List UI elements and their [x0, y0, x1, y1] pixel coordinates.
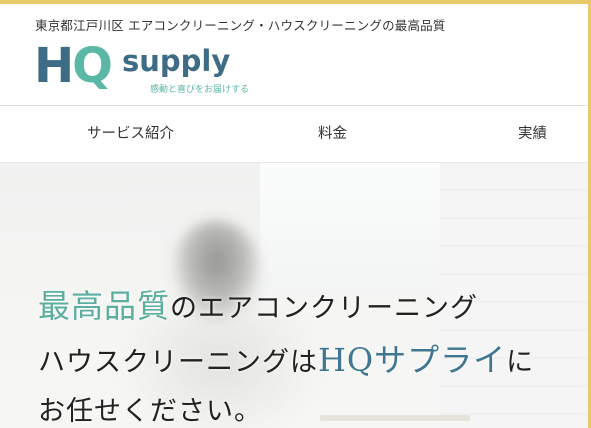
- hero-headline-line2: ハウスクリーニングはHQサプライに: [38, 335, 534, 381]
- hero-background-shelf: [320, 415, 470, 421]
- logo-letter-h: H: [34, 38, 74, 94]
- main-nav: サービス紹介 料金 実績: [0, 106, 588, 162]
- site-logo[interactable]: HQ supply 感動と喜びをお届けする: [34, 42, 249, 100]
- hero-accent-quality: 最高品質: [38, 287, 171, 325]
- nav-item-services[interactable]: サービス紹介: [87, 122, 174, 143]
- hero-section: 最高品質のエアコンクリーニング ハウスクリーニングはHQサプライに お任せくださ…: [0, 163, 588, 428]
- hero-line1-text: のエアコンクリーニング: [170, 293, 479, 324]
- hero-line2-start: ハウスクリーニングは: [38, 347, 318, 378]
- hero-line2-end: に: [506, 347, 535, 378]
- nav-item-pricing[interactable]: 料金: [318, 122, 347, 143]
- logo-wordmark: supply: [122, 44, 231, 78]
- hero-headline-line1: 最高品質のエアコンクリーニング: [38, 281, 478, 327]
- hero-background-window: [260, 163, 460, 293]
- logo-subtitle: 感動と喜びをお届けする: [150, 85, 250, 95]
- site-tagline: 東京都江戸川区 エアコンクリーニング・ハウスクリーニングの最高品質: [35, 18, 446, 33]
- nav-item-results[interactable]: 実績: [518, 122, 547, 143]
- hero-accent-company: HQサプライ: [318, 341, 507, 379]
- hero-headline-line3: お任せください。: [38, 396, 262, 427]
- site-header: 東京都江戸川区 エアコンクリーニング・ハウスクリーニングの最高品質 HQ sup…: [0, 4, 588, 105]
- logo-letter-q: Q: [72, 38, 113, 94]
- logo-hq-mark: HQ: [34, 42, 113, 90]
